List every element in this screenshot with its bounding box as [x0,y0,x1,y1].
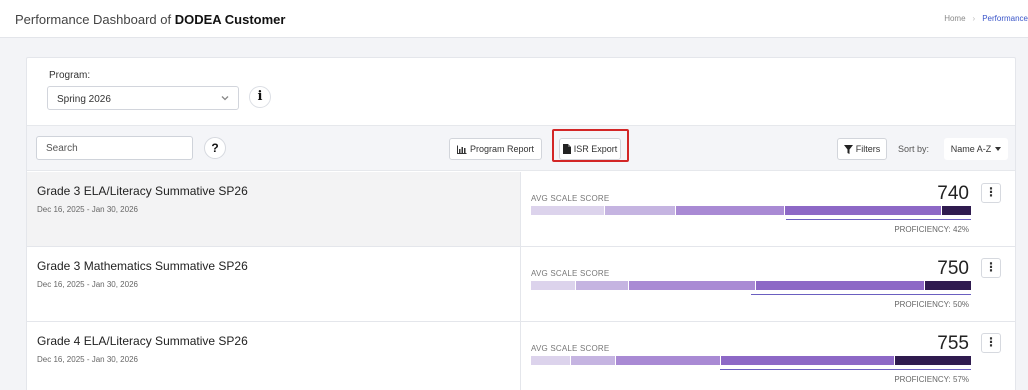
more-options-icon[interactable]: ⋮ [981,258,1001,278]
help-icon[interactable]: ? [204,137,226,159]
assessment-row[interactable]: Grade 4 ELA/Literacy Summative SP26 Dec … [27,322,1015,390]
breadcrumb-current: Performance [982,14,1028,23]
organization-name: DODEA Customer [174,12,286,27]
avg-scale-score: 740 [937,183,969,204]
sort-selected-value: Name A-Z [950,144,992,154]
score-band-segment [785,206,942,215]
caret-down-icon [995,147,1002,151]
sort-label: Sort by: [898,144,930,154]
score-band-segment [531,206,605,215]
proficiency-indicator [720,369,971,370]
chevron-down-icon [221,96,229,101]
filter-icon [843,144,853,154]
assessment-dates: Dec 16, 2025 - Jan 30, 2026 [37,205,138,214]
metric-label: AVG SCALE SCORE [531,344,610,353]
score-band-segment [676,206,785,215]
assessment-metrics: AVG SCALE SCORE 755 PROFICIENCY: 57% ⋮ [520,322,1015,390]
proficiency-label: PROFICIENCY: 57% [894,375,969,384]
metric-label: AVG SCALE SCORE [531,194,610,203]
assessment-name: Grade 4 ELA/Literacy Summative SP26 [37,334,248,348]
breadcrumb-home-link[interactable]: Home [944,14,965,23]
score-band-segment [531,281,575,290]
score-band-segment [628,281,756,290]
search-input[interactable] [36,136,193,160]
file-icon [562,144,571,154]
score-band-segment [615,356,721,365]
score-distribution-bar [531,356,971,365]
avg-scale-score: 755 [937,333,969,354]
assessment-metrics: AVG SCALE SCORE 750 PROFICIENCY: 50% ⋮ [520,247,1015,321]
isr-export-label: ISR Export [573,144,618,154]
score-band-segment [894,356,971,365]
breadcrumb-separator-icon: › [972,14,976,23]
breadcrumb: Home › Performance [944,14,1028,23]
score-distribution-bar [531,206,972,215]
assessment-row[interactable]: Grade 3 Mathematics Summative SP26 Dec 1… [27,247,1015,322]
dashboard-card: Program: Spring 2026 i ? Program Report … [26,57,1016,390]
toolbar: ? Program Report ISR Export Filters Sort… [27,125,1015,171]
score-band-segment [925,281,971,290]
assessment-name: Grade 3 Mathematics Summative SP26 [37,259,248,273]
more-options-icon[interactable]: ⋮ [981,333,1001,353]
program-select[interactable]: Spring 2026 [47,86,239,110]
proficiency-label: PROFICIENCY: 42% [894,225,969,234]
page-title: Performance Dashboard of DODEA Customer [15,12,286,27]
score-band-segment [531,356,571,365]
proficiency-indicator [786,219,971,220]
assessment-info: Grade 4 ELA/Literacy Summative SP26 Dec … [27,322,520,390]
score-band-segment [605,206,676,215]
score-band-segment [756,281,925,290]
assessment-row[interactable]: Grade 3 ELA/Literacy Summative SP26 Dec … [27,172,1015,247]
metric-label: AVG SCALE SCORE [531,269,610,278]
assessment-list: Grade 3 ELA/Literacy Summative SP26 Dec … [27,172,1015,390]
proficiency-label: PROFICIENCY: 50% [894,300,969,309]
assessment-info: Grade 3 Mathematics Summative SP26 Dec 1… [27,247,520,321]
isr-export-button[interactable]: ISR Export [559,138,621,160]
sort-select[interactable]: Name A-Z [944,138,1008,160]
info-icon[interactable]: i [249,86,271,108]
score-band-segment [721,356,894,365]
proficiency-indicator [751,294,971,295]
assessment-dates: Dec 16, 2025 - Jan 30, 2026 [37,355,138,364]
score-band-segment [571,356,615,365]
assessment-dates: Dec 16, 2025 - Jan 30, 2026 [37,280,138,289]
top-bar: Performance Dashboard of DODEA Customer … [0,0,1028,38]
score-band-segment [575,281,628,290]
program-selected-value: Spring 2026 [57,94,111,105]
program-label: Program: [49,70,91,81]
bar-chart-icon [456,145,467,154]
assessment-metrics: AVG SCALE SCORE 740 PROFICIENCY: 42% ⋮ [520,172,1015,246]
program-report-label: Program Report [469,144,535,154]
assessment-info: Grade 3 ELA/Literacy Summative SP26 Dec … [27,172,520,246]
filters-label: Filters [855,144,881,154]
program-report-button[interactable]: Program Report [449,138,542,160]
score-band-segment [942,206,972,215]
filters-button[interactable]: Filters [837,138,887,160]
more-options-icon[interactable]: ⋮ [981,183,1001,203]
score-distribution-bar [531,281,971,290]
assessment-name: Grade 3 ELA/Literacy Summative SP26 [37,184,248,198]
avg-scale-score: 750 [937,258,969,279]
